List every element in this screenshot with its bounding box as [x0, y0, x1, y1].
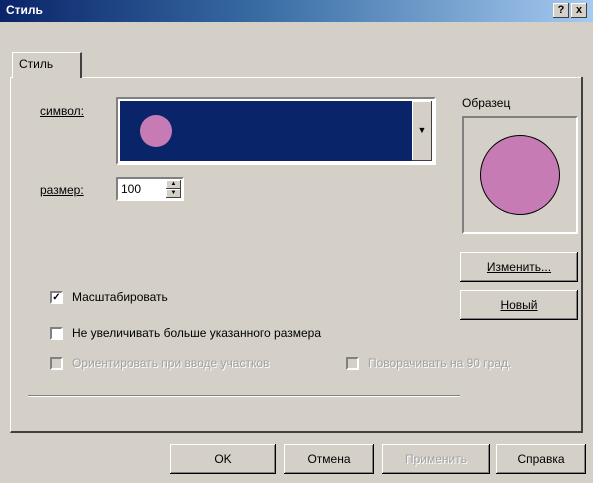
help-button[interactable]: Справка — [496, 444, 586, 474]
check-icon: ✓ — [52, 292, 61, 303]
no-enlarge-checkbox-label: Не увеличивать больше указанного размера — [72, 326, 322, 340]
tab-style-label: Стиль — [19, 57, 54, 71]
size-spinner: ▲ ▼ — [166, 180, 181, 198]
tab-style[interactable]: Стиль — [12, 52, 82, 78]
ok-button[interactable]: OK — [170, 444, 276, 474]
help-icon: ? — [557, 4, 565, 16]
cancel-button[interactable]: Отмена — [284, 444, 374, 474]
sample-label: Образец — [462, 96, 511, 110]
close-button[interactable]: x — [571, 3, 587, 18]
close-icon: x — [575, 4, 583, 16]
sample-preview — [462, 116, 578, 234]
arrow-down-icon: ▼ — [170, 190, 177, 196]
symbol-dropdown[interactable]: ▼ — [116, 97, 436, 165]
size-label: размер: — [40, 183, 84, 197]
chevron-down-icon: ▼ — [417, 125, 427, 135]
size-value: 100 — [121, 182, 142, 196]
scale-checkbox[interactable]: ✓ — [50, 291, 63, 304]
separator — [28, 395, 460, 397]
rotate-checkbox[interactable] — [346, 357, 359, 370]
scale-checkbox-label: Масштабировать — [72, 290, 168, 304]
rotate-checkbox-label: Поворачивать на 90 град. — [368, 356, 512, 370]
symbol-dropdown-button[interactable]: ▼ — [412, 101, 432, 161]
symbol-label: символ: — [40, 104, 84, 118]
style-dialog: Стиль ? x Стиль символ: ▼ размер: 100 ▲ … — [0, 0, 593, 483]
new-button[interactable]: Новый — [460, 290, 578, 320]
orient-checkbox-label: Ориентировать при вводе участков — [72, 356, 270, 370]
help-title-button[interactable]: ? — [553, 3, 569, 18]
spin-up-button[interactable]: ▲ — [166, 180, 181, 189]
window-title: Стиль — [6, 3, 43, 17]
title-bar[interactable]: Стиль ? x — [0, 0, 593, 22]
spin-down-button[interactable]: ▼ — [166, 189, 181, 198]
size-input[interactable]: 100 ▲ ▼ — [116, 177, 184, 201]
apply-button[interactable]: Применить — [382, 444, 490, 474]
symbol-selected-item[interactable] — [120, 101, 413, 161]
sample-circle-icon — [480, 135, 560, 215]
orient-checkbox[interactable] — [50, 357, 63, 370]
change-button[interactable]: Изменить... — [460, 252, 578, 282]
arrow-up-icon: ▲ — [170, 181, 177, 187]
circle-symbol-icon — [140, 115, 172, 147]
no-enlarge-checkbox[interactable] — [50, 327, 63, 340]
